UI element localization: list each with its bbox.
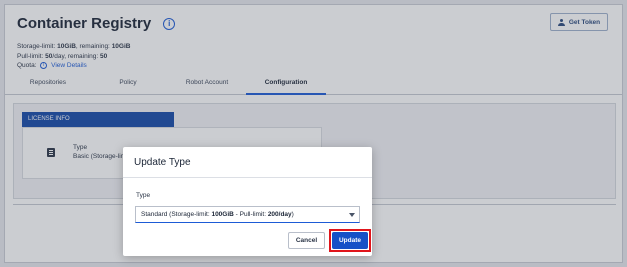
- select-storage-value: 100GiB: [211, 211, 234, 218]
- cancel-button[interactable]: Cancel: [288, 232, 325, 249]
- select-pull-value: 200/day: [267, 211, 292, 218]
- update-type-dialog: Update Type Type Standard (Storage-limit…: [123, 147, 372, 256]
- type-select[interactable]: Standard (Storage-limit: 100GiB - Pull-l…: [135, 206, 360, 223]
- select-text-prefix: Standard (Storage-limit:: [141, 211, 212, 218]
- select-text-suffix: ): [291, 211, 294, 218]
- update-button[interactable]: Update: [332, 232, 368, 249]
- dialog-title: Update Type: [134, 157, 191, 168]
- type-field-label: Type: [136, 192, 151, 199]
- chevron-down-icon: [349, 213, 355, 217]
- dialog-divider: [123, 177, 372, 178]
- select-text-mid: - Pull-limit:: [233, 211, 268, 218]
